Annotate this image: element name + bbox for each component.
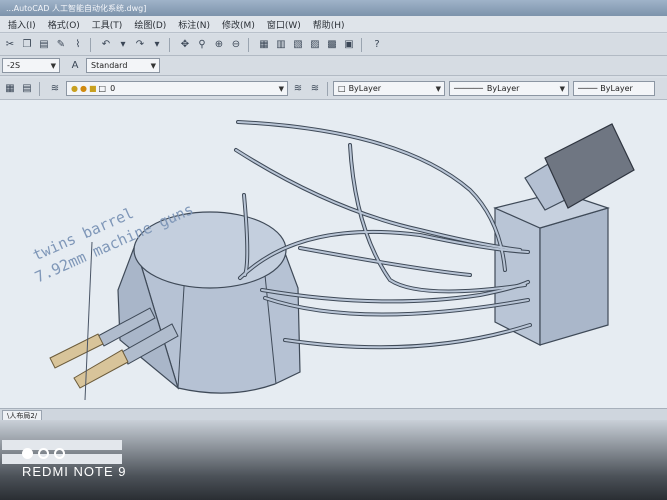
pan-icon[interactable]: ✥ (178, 38, 192, 52)
text-style-value: Standard (91, 61, 128, 70)
barrel-tip-lower (73, 349, 129, 389)
dot-icon (22, 448, 33, 459)
linetype-select[interactable]: ────── ByLayer ▼ (449, 81, 569, 96)
chevron-down-icon: ▼ (50, 62, 56, 70)
text-style-select[interactable]: Standard ▼ (86, 58, 160, 73)
help-icon[interactable]: ? (370, 38, 384, 52)
menu-bar: 插入(I) 格式(O) 工具(T) 绘图(D) 标注(N) 修改(M) 窗口(W… (0, 16, 667, 33)
layer-color-swatch: □ (98, 84, 107, 93)
brush-icon[interactable]: ⌇ (71, 38, 85, 52)
chevron-down-icon: ▼ (435, 85, 441, 93)
menu-draw[interactable]: 绘图(D) (128, 18, 172, 31)
color-swatch: □ (338, 84, 346, 93)
chevron-down-icon: ▼ (150, 62, 156, 70)
properties-icon[interactable]: ▦ (257, 38, 271, 52)
lock-icon: ■ (88, 84, 97, 93)
sheet-set-icon[interactable]: ▨ (308, 38, 322, 52)
toolbar-separator (90, 37, 91, 52)
chevron-down-icon: ▼ (559, 85, 565, 93)
light-bulb-icon: ● (71, 84, 78, 93)
menu-help[interactable]: 帮助(H) (307, 18, 351, 31)
sun-icon: ● (79, 84, 87, 93)
layer-value: 0 (110, 84, 116, 93)
watermark-text: REDMI NOTE 9 (22, 464, 127, 479)
chevron-down-icon: ▼ (278, 85, 284, 93)
undo-dropdown-icon[interactable]: ▾ (116, 38, 130, 52)
make-current-layer-icon[interactable]: ≋ (291, 82, 305, 96)
standard-toolbar: ✂ ❐ ▤ ✎ ⌇ ↶ ▾ ↷ ▾ ✥ ⚲ ⊕ ⊖ ▦ ▥ ▧ ▨ ▩ ▣ ? (0, 34, 667, 56)
dimension-style-select[interactable]: -2S ▼ (2, 58, 60, 73)
receiver-box-side (539, 207, 609, 346)
menu-modify[interactable]: 修改(M) (216, 18, 261, 31)
layout-tab-bar: \人布局2/ (0, 408, 667, 422)
toolbar-separator (248, 37, 249, 52)
camera-watermark: REDMI NOTE 9 (22, 448, 126, 479)
cut-icon[interactable]: ✂ (3, 38, 17, 52)
menu-format[interactable]: 格式(O) (42, 18, 86, 31)
redo-dropdown-icon[interactable]: ▾ (150, 38, 164, 52)
color-select[interactable]: □ ByLayer ▼ (333, 81, 445, 96)
layer-manager-icon[interactable]: ▦ (3, 82, 17, 96)
dot-icon (38, 448, 49, 459)
linetype-preview: ────── (454, 84, 483, 93)
redo-icon[interactable]: ↷ (133, 38, 147, 52)
color-value: ByLayer (348, 84, 382, 93)
receiver-box-front (494, 207, 541, 346)
match-properties-icon[interactable]: ✎ (54, 38, 68, 52)
text-style-icon[interactable]: A (68, 59, 82, 73)
copy-icon[interactable]: ❐ (20, 38, 34, 52)
dot-icon (54, 448, 65, 459)
layer-stack-icon[interactable]: ≋ (48, 82, 62, 96)
linetype-value: ByLayer (486, 84, 520, 93)
menu-window[interactable]: 窗口(W) (261, 18, 307, 31)
zoom-realtime-icon[interactable]: ⚲ (195, 38, 209, 52)
barrel-tip-upper (49, 333, 104, 369)
toolbar-separator (327, 81, 328, 96)
design-center-icon[interactable]: ▥ (274, 38, 288, 52)
paste-icon[interactable]: ▤ (37, 38, 51, 52)
lineweight-value: ByLayer (600, 84, 633, 93)
lineweight-preview: ──── (578, 84, 598, 93)
layers-properties-toolbar: ▦ ▤ ≋ ● ● ■ □ 0 ▼ ≋ ≋ □ ByLayer ▼ ──────… (0, 78, 667, 100)
toolbar-separator (39, 81, 40, 96)
lineweight-select[interactable]: ──── ByLayer (573, 81, 655, 96)
calculator-icon[interactable]: ▣ (342, 38, 356, 52)
menu-tools[interactable]: 工具(T) (86, 18, 129, 31)
undo-icon[interactable]: ↶ (99, 38, 113, 52)
menu-dimension[interactable]: 标注(N) (172, 18, 216, 31)
layer-previous-state-icon[interactable]: ≋ (308, 82, 322, 96)
zoom-previous-icon[interactable]: ⊖ (229, 38, 243, 52)
layer-previous-icon[interactable]: ▤ (20, 82, 34, 96)
menu-insert[interactable]: 插入(I) (2, 18, 42, 31)
window-title-bar: ...AutoCAD 人工智能自动化系统.dwg] (0, 0, 667, 16)
window-title: ...AutoCAD 人工智能自动化系统.dwg] (6, 4, 147, 13)
zoom-window-icon[interactable]: ⊕ (212, 38, 226, 52)
drawing-canvas[interactable]: twins barrel 7.92mm machine guns (0, 100, 667, 408)
layer-select[interactable]: ● ● ■ □ 0 ▼ (66, 81, 288, 96)
toolbar-separator (361, 37, 362, 52)
toolbar-separator (169, 37, 170, 52)
tool-palettes-icon[interactable]: ▧ (291, 38, 305, 52)
watermark-dots (22, 448, 126, 459)
dimension-style-value: -2S (7, 61, 21, 70)
markup-icon[interactable]: ▩ (325, 38, 339, 52)
styles-toolbar: -2S ▼ A Standard ▼ (0, 56, 667, 76)
